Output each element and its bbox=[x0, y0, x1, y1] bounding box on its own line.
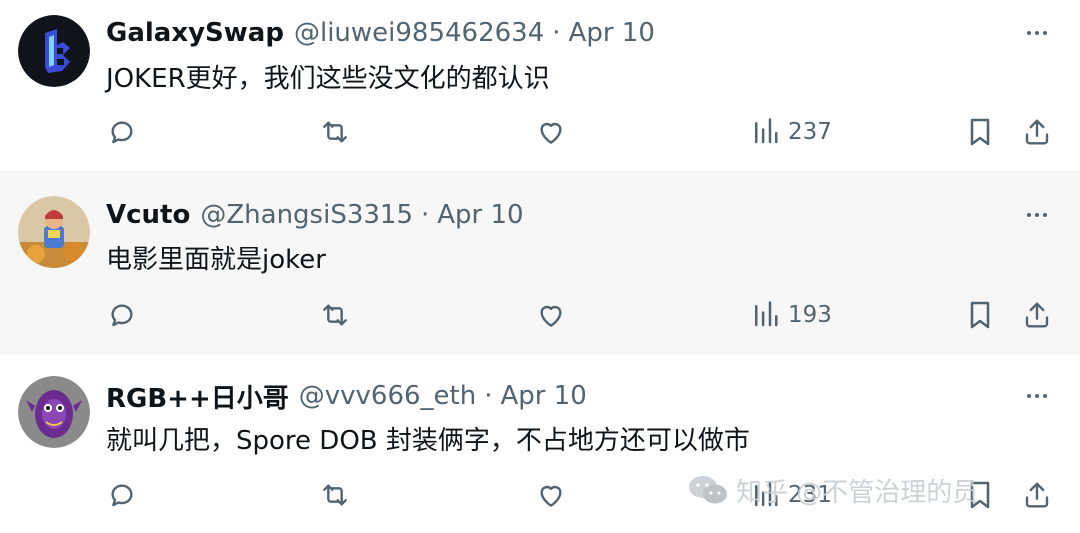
reply-feed: GalaxySwap @liuwei985462634 · Apr 10 JOK… bbox=[0, 0, 1080, 533]
tweet-header: GalaxySwap @liuwei985462634 · Apr 10 bbox=[106, 15, 655, 51]
avatar[interactable] bbox=[18, 196, 90, 268]
user-handle[interactable]: @vvv666_eth bbox=[299, 381, 476, 411]
display-name[interactable]: GalaxySwap bbox=[106, 18, 284, 48]
views-count: 193 bbox=[788, 302, 832, 328]
more-dots-icon[interactable] bbox=[1022, 18, 1052, 48]
divider bbox=[0, 171, 1080, 172]
post-date[interactable]: Apr 10 bbox=[569, 18, 655, 48]
views-bar-chart-icon bbox=[755, 118, 778, 144]
bookmark-button[interactable] bbox=[966, 112, 994, 152]
share-button[interactable] bbox=[1022, 295, 1052, 335]
watermark: 知乎 @不管治理的员 bbox=[688, 470, 978, 510]
divider bbox=[0, 353, 1080, 354]
avatar[interactable] bbox=[18, 376, 90, 448]
share-upload-icon bbox=[1025, 119, 1049, 145]
more-dots-icon[interactable] bbox=[1022, 200, 1052, 230]
reply-icon bbox=[111, 121, 133, 144]
display-name[interactable]: RGB++日小哥 bbox=[106, 378, 289, 415]
like-button[interactable] bbox=[535, 112, 567, 152]
avatar[interactable] bbox=[18, 15, 90, 87]
heart-icon bbox=[540, 122, 562, 144]
display-name[interactable]: Vcuto bbox=[106, 200, 190, 230]
heart-icon bbox=[540, 305, 562, 327]
share-upload-icon bbox=[1025, 302, 1049, 328]
tweet-post[interactable]: Vcuto @ZhangsiS3315 · Apr 10 电影里面就是joker… bbox=[0, 172, 1080, 354]
retweet-button[interactable] bbox=[318, 475, 352, 515]
tweet-header: Vcuto @ZhangsiS3315 · Apr 10 bbox=[106, 197, 524, 233]
retweet-icon bbox=[323, 304, 347, 326]
heart-icon bbox=[540, 485, 562, 507]
user-handle[interactable]: @liuwei985462634 bbox=[294, 18, 544, 48]
user-handle[interactable]: @ZhangsiS3315 bbox=[200, 200, 413, 230]
tweet-text: 就叫几把，Spore DOB 封装俩字，不占地方还可以做市 bbox=[106, 426, 750, 456]
bookmark-icon bbox=[970, 301, 990, 329]
wechat-logo-icon bbox=[689, 476, 727, 504]
retweet-icon bbox=[323, 484, 347, 506]
tweet-text: 电影里面就是joker bbox=[106, 245, 326, 275]
tweet-post[interactable]: GalaxySwap @liuwei985462634 · Apr 10 JOK… bbox=[0, 0, 1080, 172]
retweet-button[interactable] bbox=[318, 295, 352, 335]
share-upload-icon bbox=[1025, 482, 1049, 508]
tweet-header: RGB++日小哥 @vvv666_eth · Apr 10 bbox=[106, 378, 587, 414]
retweet-button[interactable] bbox=[318, 112, 352, 152]
separator-dot: · bbox=[484, 381, 493, 411]
more-dots-icon[interactable] bbox=[1022, 381, 1052, 411]
reply-button[interactable] bbox=[106, 295, 138, 335]
reply-icon bbox=[111, 484, 133, 507]
tweet-text: JOKER更好，我们这些没文化的都认识 bbox=[106, 64, 550, 94]
views-button[interactable]: 193 bbox=[752, 295, 832, 335]
bookmark-button[interactable] bbox=[966, 295, 994, 335]
reply-button[interactable] bbox=[106, 112, 138, 152]
views-bar-chart-icon bbox=[755, 301, 778, 327]
reply-button[interactable] bbox=[106, 475, 138, 515]
action-bar: 193 bbox=[0, 295, 1080, 335]
bookmark-icon bbox=[970, 118, 990, 146]
retweet-icon bbox=[323, 121, 347, 143]
share-button[interactable] bbox=[1022, 112, 1052, 152]
post-date[interactable]: Apr 10 bbox=[500, 381, 586, 411]
reply-icon bbox=[111, 304, 133, 327]
like-button[interactable] bbox=[535, 295, 567, 335]
separator-dot: · bbox=[421, 200, 430, 230]
watermark-text: 知乎 @不管治理的员 bbox=[736, 477, 979, 508]
post-date[interactable]: Apr 10 bbox=[437, 200, 523, 230]
like-button[interactable] bbox=[535, 475, 567, 515]
share-button[interactable] bbox=[1022, 475, 1052, 515]
separator-dot: · bbox=[552, 18, 561, 48]
views-button[interactable]: 237 bbox=[752, 112, 832, 152]
action-bar: 237 bbox=[0, 112, 1080, 152]
views-count: 237 bbox=[788, 119, 832, 145]
